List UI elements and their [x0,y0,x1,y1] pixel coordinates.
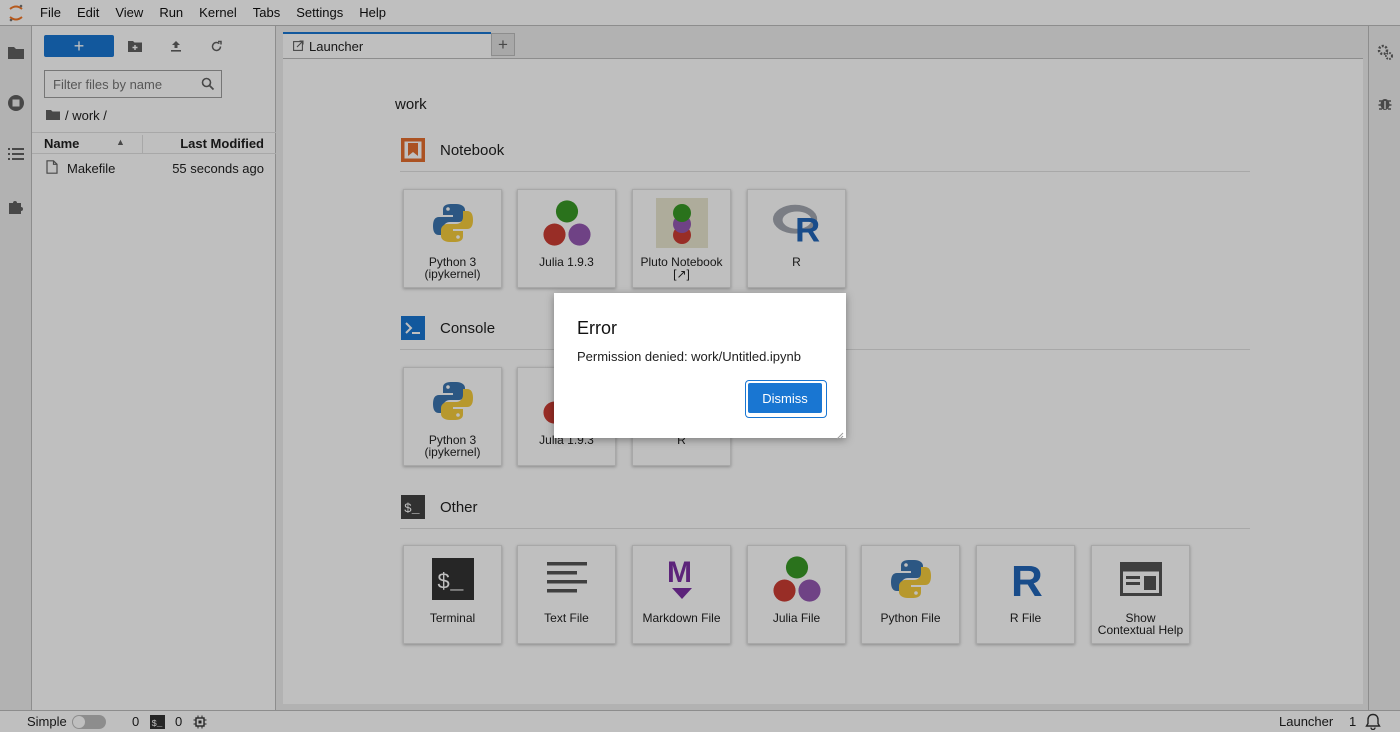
dialog-title: Error [577,318,617,338]
dismiss-button[interactable]: Dismiss [748,383,822,413]
dialog-message: Permission denied: work/Untitled.ipynb [577,349,801,364]
error-dialog: Error Permission denied: work/Untitled.i… [554,293,846,440]
dismiss-focus-ring: Dismiss [745,380,827,418]
resize-handle-icon[interactable] [836,428,844,440]
